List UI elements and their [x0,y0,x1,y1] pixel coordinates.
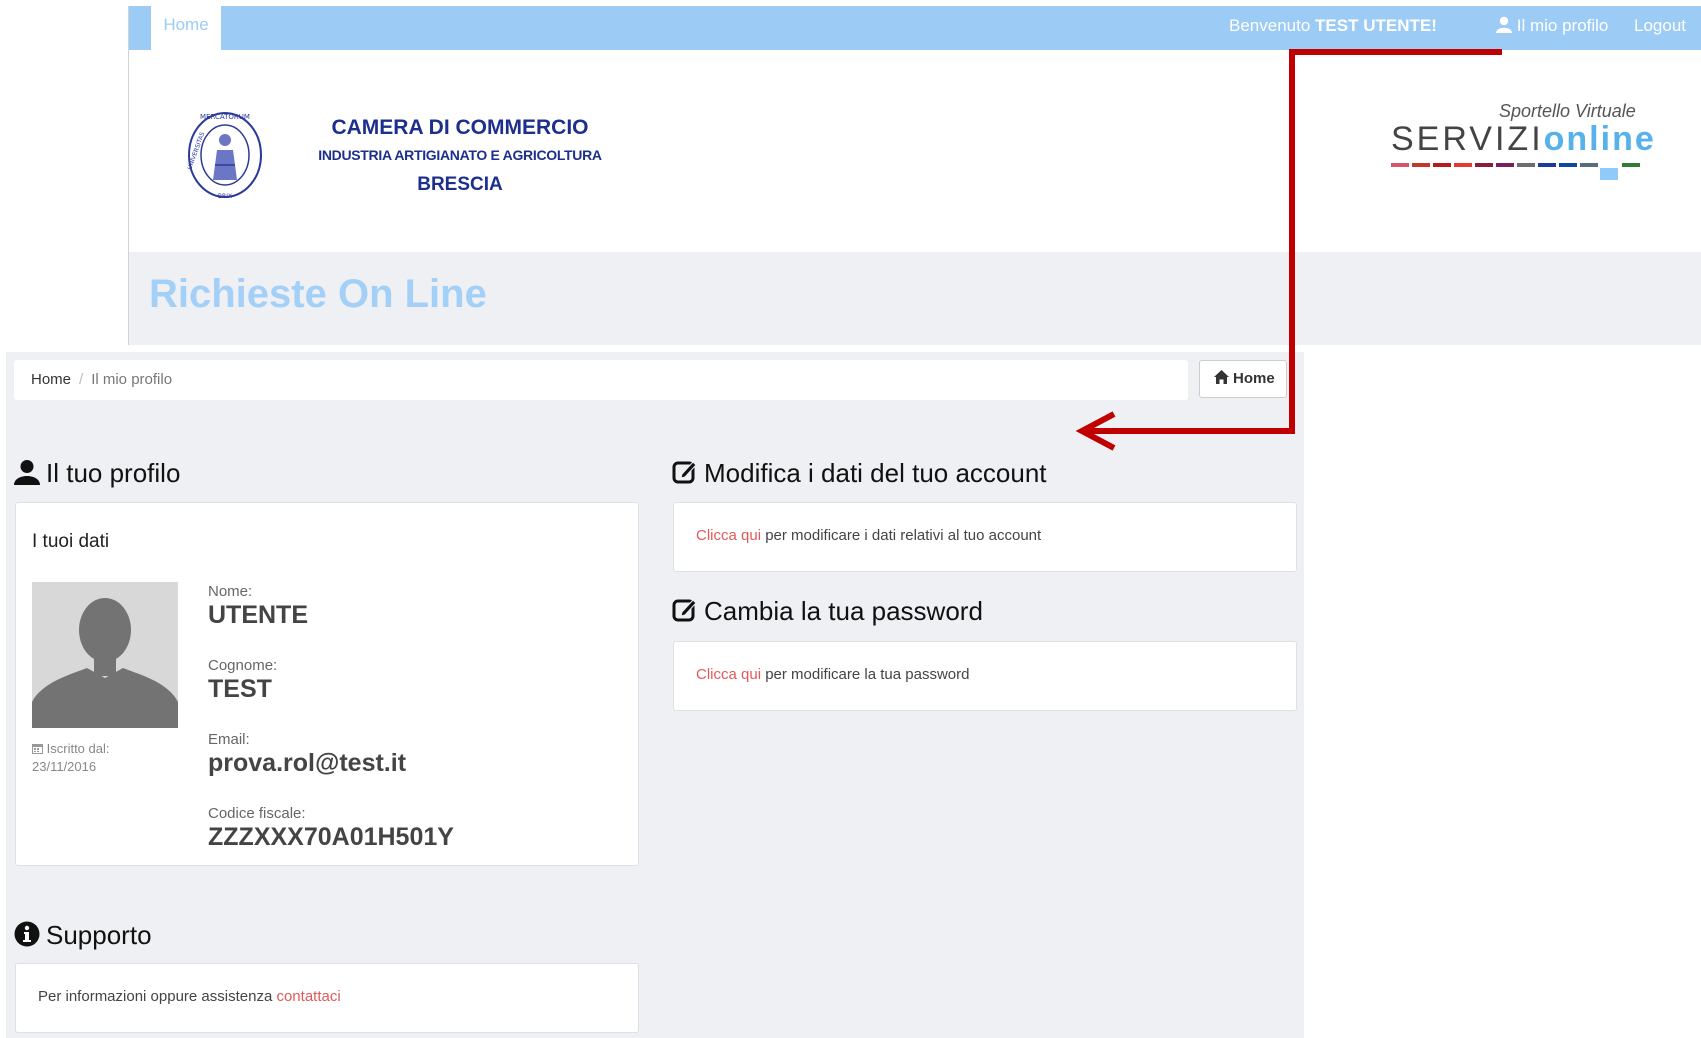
home-button-label: Home [1233,370,1275,387]
brand-logo-part-b: online [1543,120,1656,158]
field-surname-value: TEST [208,675,272,703]
page-title-band: Richieste On Line [129,252,1701,345]
portal-header-window: Home Benvenuto TEST UTENTE! Il mio profi… [128,6,1701,345]
org-name-line3: BRESCIA [417,174,503,195]
password-change-link[interactable]: Clicca qui [696,666,761,683]
brand-logo-text: SERVIZIonline [1391,121,1656,157]
user-icon [14,460,40,485]
field-surname-label: Cognome: [208,657,278,674]
account-card: Clicca qui per modificare i dati relativ… [673,502,1297,572]
password-card-text: Clicca qui per modificare la tua passwor… [696,666,969,683]
profile-section-title: Il tuo profilo [14,458,180,489]
chamber-seal-logo: MERCATORUM BRIX UNIVERSITAS [186,112,262,200]
field-taxcode-label: Codice fiscale: [208,805,306,822]
account-edit-link[interactable]: Clicca qui [696,527,761,544]
page-title: Richieste On Line [149,272,487,316]
brand-color-stripe [1391,163,1640,180]
password-card: Clicca qui per modificare la tua passwor… [673,641,1297,711]
svg-text:MERCATORUM: MERCATORUM [200,113,250,121]
field-email-value: prova.rol@test.it [208,749,407,777]
top-navbar: Home Benvenuto TEST UTENTE! Il mio profi… [129,6,1701,50]
field-taxcode-value: ZZZXXX70A01H501Y [208,823,454,851]
support-section-label: Supporto [46,920,152,950]
password-section-title: Cambia la tua password [672,596,983,627]
nav-tab-home[interactable]: Home [151,6,221,50]
edit-icon [672,461,697,484]
profile-card-title: I tuoi dati [32,531,110,552]
account-section-label: Modifica i dati del tuo account [704,458,1047,488]
org-name-line1: CAMERA DI COMMERCIO [331,116,589,139]
brand-logo-part-a: SERVIZI [1391,120,1544,158]
field-name-label: Nome: [208,583,253,600]
welcome-message: Benvenuto TEST UTENTE! [1229,16,1437,36]
home-icon [1214,370,1229,384]
brand-header: MERCATORUM BRIX UNIVERSITAS CAMERA DI CO… [129,50,1701,252]
home-button[interactable]: Home [1199,360,1287,398]
registered-label: Iscritto dal: [32,741,109,756]
support-description: Per informazioni oppure assistenza [38,988,277,1005]
breadcrumb-current: Il mio profilo [91,371,173,388]
registered-date: 23/11/2016 [32,759,97,774]
info-icon [14,921,40,947]
calendar-icon [32,744,43,754]
account-edit-description: per modificare i dati relativi al tuo ac… [761,527,1042,544]
edit-icon [672,599,697,622]
org-name-line2: INDUSTRIA ARTIGIANATO E AGRICOLTURA [318,147,602,163]
breadcrumb-separator: / [79,371,84,388]
field-name-value: UTENTE [208,601,308,629]
nav-profile-label: Il mio profilo [1516,16,1609,35]
account-card-text: Clicca qui per modificare i dati relativ… [696,527,1041,544]
registered-label-text: Iscritto dal: [46,741,110,756]
password-section-label: Cambia la tua password [704,596,983,626]
support-card-text: Per informazioni oppure assistenza conta… [38,988,341,1005]
welcome-user: TEST UTENTE! [1315,16,1437,35]
profile-page-panel: Home / Il mio profilo Home Il tuo profilo … [6,352,1304,1038]
support-section-title: Supporto [14,920,152,951]
welcome-prefix: Benvenuto [1229,16,1311,35]
nav-profile-link[interactable]: Il mio profilo [1496,16,1608,36]
support-contact-link[interactable]: contattaci [276,988,340,1005]
password-change-description: per modificare la tua password [761,666,970,683]
breadcrumb-home-link[interactable]: Home [31,371,71,388]
svg-text:BRIX: BRIX [218,193,232,200]
nav-logout-link[interactable]: Logout [1634,16,1686,36]
account-section-title: Modifica i dati del tuo account [672,458,1047,489]
profile-section-label: Il tuo profilo [46,458,181,488]
user-icon [1496,16,1512,33]
brand-subtitle: Sportello Virtuale [1499,101,1636,121]
avatar [32,582,178,728]
breadcrumb: Home / Il mio profilo [14,360,1188,400]
field-email-label: Email: [208,731,250,748]
support-card: Per informazioni oppure assistenza conta… [15,963,639,1033]
profile-card: I tuoi dati Iscritto dal: 23/11/2016 Nom… [15,502,639,866]
